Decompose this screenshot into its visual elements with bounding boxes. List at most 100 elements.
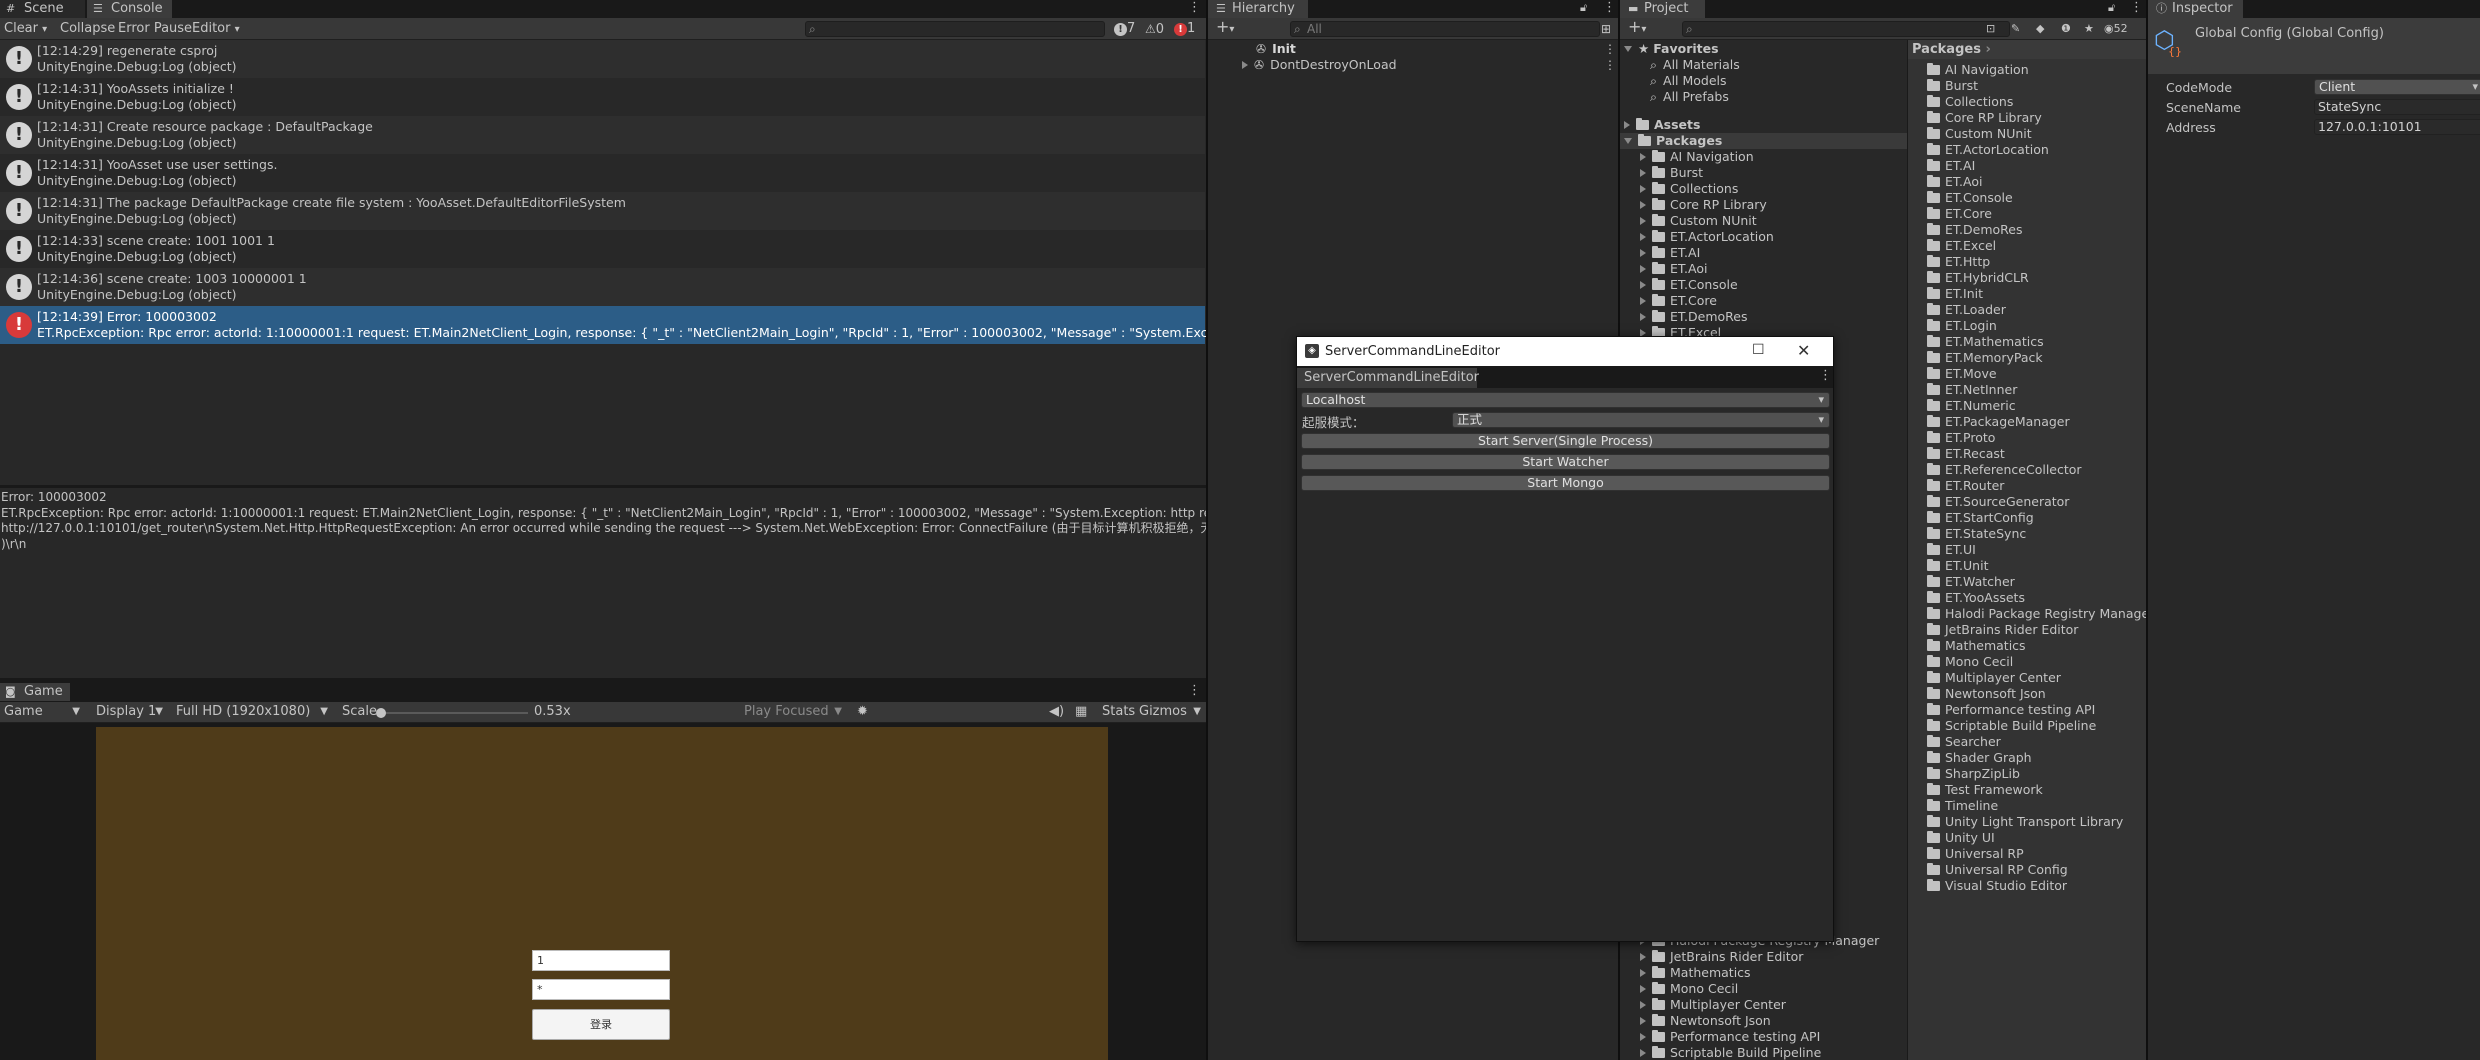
play-focused-dropdown[interactable]: Play Focused ▼ bbox=[740, 703, 846, 721]
server-window-menu-icon[interactable]: ⋮ bbox=[1819, 368, 1832, 383]
expand-arrow-icon[interactable] bbox=[1640, 281, 1646, 289]
package-folder-item[interactable]: Burst bbox=[1927, 78, 1978, 93]
project-search-input[interactable] bbox=[1682, 21, 2010, 37]
audio-icon[interactable]: ◀) bbox=[1045, 703, 1068, 721]
package-folder-item[interactable]: AI Navigation bbox=[1927, 62, 2029, 77]
expand-arrow-icon[interactable] bbox=[1640, 313, 1646, 321]
package-folder-item[interactable]: JetBrains Rider Editor bbox=[1927, 622, 2078, 637]
console-search-input[interactable] bbox=[805, 21, 1105, 37]
expand-arrow-icon[interactable] bbox=[1640, 153, 1646, 161]
package-folder-item[interactable]: ET.YooAssets bbox=[1927, 590, 2025, 605]
package-folder-item[interactable]: ET.MemoryPack bbox=[1927, 350, 2043, 365]
keyboard-icon[interactable]: ▦ bbox=[1071, 703, 1091, 721]
folder-tree-item[interactable]: Core RP Library bbox=[1640, 197, 1767, 213]
package-folder-item[interactable]: Searcher bbox=[1927, 734, 2001, 749]
tab-hierarchy[interactable]: ☰ Hierarchy bbox=[1208, 0, 1308, 18]
search-by-type-icon[interactable]: ⊡ bbox=[1982, 20, 1999, 38]
package-folder-item[interactable]: Custom NUnit bbox=[1927, 126, 2032, 141]
expand-arrow-icon[interactable] bbox=[1640, 249, 1646, 257]
favorite-item[interactable]: ⌕ All Materials bbox=[1650, 57, 1740, 73]
expand-arrow-icon[interactable] bbox=[1640, 201, 1646, 209]
package-folder-item[interactable]: Collections bbox=[1927, 94, 2013, 109]
package-folder-item[interactable]: ET.Unit bbox=[1927, 558, 1988, 573]
project-menu-icon[interactable]: ⋮ bbox=[2130, 0, 2143, 15]
expand-arrow-icon[interactable] bbox=[1640, 985, 1646, 993]
package-folder-item[interactable]: Performance testing API bbox=[1927, 702, 2095, 717]
folder-tree-item[interactable]: ET.ActorLocation bbox=[1640, 229, 1774, 245]
package-folder-item[interactable]: SharpZipLib bbox=[1927, 766, 2020, 781]
console-log-row[interactable]: ! [12:14:33] scene create: 1001 1001 1 Uni… bbox=[0, 230, 1205, 268]
package-folder-item[interactable]: Halodi Package Registry Manager bbox=[1927, 606, 2154, 621]
folder-tree-item[interactable]: ET.AI bbox=[1640, 245, 1700, 261]
favorite-item[interactable]: ⌕ All Models bbox=[1650, 73, 1727, 89]
hierarchy-menu-icon[interactable]: ⋮ bbox=[1603, 0, 1616, 15]
package-folder-item[interactable]: ET.NetInner bbox=[1927, 382, 2017, 397]
package-folder-item[interactable]: Universal RP Config bbox=[1927, 862, 2068, 877]
folder-tree-item[interactable]: Burst bbox=[1640, 165, 1703, 181]
package-folder-item[interactable]: ET.Core bbox=[1927, 206, 1992, 221]
console-log-row[interactable]: ! [12:14:31] YooAssets initialize ! UnityE… bbox=[0, 78, 1205, 116]
folder-tree-item[interactable]: Multiplayer Center bbox=[1640, 997, 1786, 1013]
console-log-row[interactable]: ! [12:14:31] Create resource package : De… bbox=[0, 116, 1205, 154]
folder-tree-item[interactable]: JetBrains Rider Editor bbox=[1640, 949, 1803, 965]
address-field[interactable]: 127.0.0.1:10101 bbox=[2314, 119, 2480, 135]
display-dropdown[interactable]: Display 1 ▼ bbox=[92, 703, 167, 721]
info-count-toggle[interactable]: ! 7 bbox=[1110, 20, 1139, 38]
hierarchy-item-init[interactable]: ✇ Init bbox=[1256, 41, 1296, 57]
expand-arrow-icon[interactable] bbox=[1242, 61, 1248, 69]
expand-arrow-icon[interactable] bbox=[1640, 969, 1646, 977]
folder-tree-item[interactable]: Scriptable Build Pipeline bbox=[1640, 1045, 1821, 1060]
stats-button[interactable]: Stats bbox=[1098, 703, 1139, 721]
gizmos-dropdown[interactable]: Gizmos ▼ bbox=[1135, 703, 1203, 721]
expand-arrow-icon[interactable] bbox=[1640, 1049, 1646, 1057]
package-folder-item[interactable]: ET.Recast bbox=[1927, 446, 2005, 461]
package-folder-item[interactable]: ET.Move bbox=[1927, 366, 1997, 381]
item-menu-icon[interactable]: ⋮ bbox=[1604, 58, 1616, 72]
package-folder-item[interactable]: Test Framework bbox=[1927, 782, 2043, 797]
package-folder-item[interactable]: ET.HybridCLR bbox=[1927, 270, 2029, 285]
expand-arrow-icon[interactable] bbox=[1624, 46, 1632, 52]
tab-project[interactable]: ▬ Project bbox=[1620, 0, 1705, 18]
package-folder-item[interactable]: Multiplayer Center bbox=[1927, 670, 2061, 685]
console-log-list[interactable]: ! [12:14:29] regenerate csproj UnityEngine… bbox=[0, 40, 1206, 485]
folder-tree-item[interactable]: ET.Aoi bbox=[1640, 261, 1707, 277]
package-folder-item[interactable]: ET.Loader bbox=[1927, 302, 2006, 317]
package-folder-item[interactable]: Visual Studio Editor bbox=[1927, 878, 2067, 893]
folder-tree-item[interactable]: Performance testing API bbox=[1640, 1029, 1820, 1045]
package-folder-item[interactable]: ET.DemoRes bbox=[1927, 222, 2023, 237]
package-folder-item[interactable]: ET.PackageManager bbox=[1927, 414, 2070, 429]
folder-tree-item[interactable]: Custom NUnit bbox=[1640, 213, 1757, 229]
packages-node[interactable]: Packages bbox=[1624, 133, 1722, 149]
package-folder-item[interactable]: Core RP Library bbox=[1927, 110, 2042, 125]
folder-tree-item[interactable]: Collections bbox=[1640, 181, 1738, 197]
expand-arrow-icon[interactable] bbox=[1624, 121, 1630, 129]
expand-arrow-icon[interactable] bbox=[1640, 1017, 1646, 1025]
favorite-item[interactable]: ⌕ All Prefabs bbox=[1650, 89, 1729, 105]
login-button[interactable]: 登录 bbox=[532, 1009, 670, 1040]
game-menu-icon[interactable]: ⋮ bbox=[1188, 683, 1201, 698]
minimize-icon[interactable]: ☐ bbox=[1752, 342, 1765, 358]
package-folder-item[interactable]: ET.SourceGenerator bbox=[1927, 494, 2069, 509]
bug-icon[interactable]: ✹ bbox=[853, 703, 872, 721]
hidden-count[interactable]: ◉52 bbox=[2100, 20, 2132, 38]
expand-arrow-icon[interactable] bbox=[1640, 233, 1646, 241]
console-log-row[interactable]: ! [12:14:39] Error: 100003002 ET.RpcExcept… bbox=[0, 306, 1206, 344]
account-input[interactable]: 1 bbox=[532, 950, 670, 971]
folder-tree-item[interactable]: Newtonsoft Json bbox=[1640, 1013, 1771, 1029]
folder-tree-item[interactable]: ET.DemoRes bbox=[1640, 309, 1748, 325]
package-folder-item[interactable]: ET.StateSync bbox=[1927, 526, 2026, 541]
expand-arrow-icon[interactable] bbox=[1640, 217, 1646, 225]
package-folder-item[interactable]: Shader Graph bbox=[1927, 750, 2032, 765]
console-log-row[interactable]: ! [12:14:31] The package DefaultPackage c… bbox=[0, 192, 1205, 230]
create-icon[interactable]: +▾ bbox=[1624, 18, 1650, 36]
package-folder-item[interactable]: ET.Mathematics bbox=[1927, 334, 2044, 349]
tab-scene[interactable]: # Scene bbox=[0, 0, 85, 18]
game-mode-dropdown[interactable]: Game ▼ bbox=[0, 703, 84, 721]
warn-count-toggle[interactable]: ⚠0 bbox=[1141, 20, 1168, 38]
package-folder-item[interactable]: Universal RP bbox=[1927, 846, 2024, 861]
tag-icon[interactable]: ◆ bbox=[2032, 20, 2048, 38]
scenename-field[interactable]: StateSync bbox=[2314, 99, 2480, 115]
item-menu-icon[interactable]: ⋮ bbox=[1604, 42, 1616, 56]
mode-dropdown[interactable]: 正式 bbox=[1452, 412, 1830, 428]
scale-slider-handle[interactable] bbox=[376, 708, 386, 718]
